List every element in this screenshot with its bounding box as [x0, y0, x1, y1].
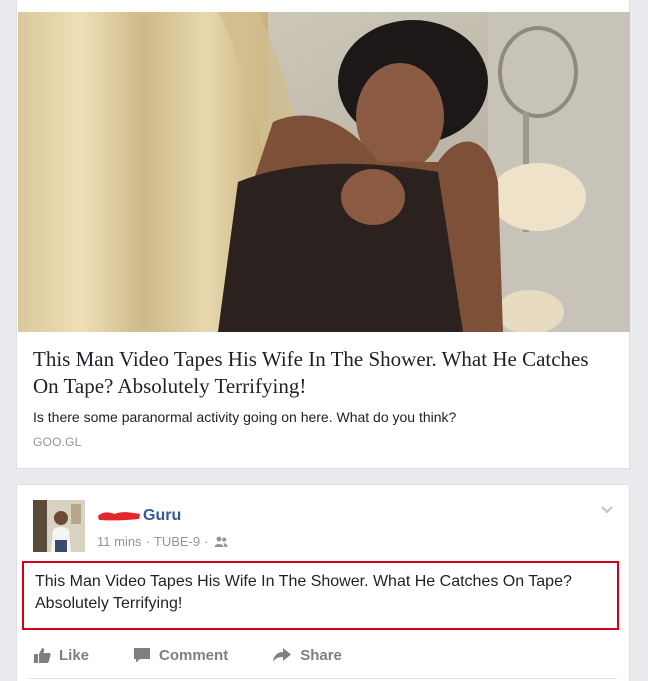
- share-label: Share: [300, 646, 342, 664]
- author-name[interactable]: Guru: [143, 507, 181, 525]
- comment-icon: [134, 648, 151, 663]
- post-timestamp[interactable]: 11 mins: [97, 534, 142, 549]
- action-bar: Like Comment Share: [17, 635, 629, 675]
- avatar[interactable]: [33, 500, 85, 552]
- like-button[interactable]: Like: [33, 647, 89, 664]
- share-arrow-icon: [273, 648, 292, 662]
- comment-button[interactable]: Comment: [133, 647, 228, 664]
- post-group[interactable]: TUBE-9: [154, 534, 200, 549]
- shower-photo: [18, 12, 630, 332]
- post-meta: 11 mins · TUBE-9 ·: [97, 534, 228, 549]
- redaction-mark: [98, 512, 140, 521]
- avatar-photo: [33, 500, 85, 552]
- post-card: Guru 11 mins · TUBE-9 · This Man Video T…: [16, 484, 630, 681]
- like-label: Like: [59, 646, 90, 664]
- link-domain: GOO.GL: [33, 435, 82, 449]
- link-description: Is there some paranormal activity going …: [33, 409, 457, 425]
- comment-label: Comment: [159, 646, 229, 664]
- divider: [29, 678, 617, 679]
- chevron-down-icon[interactable]: [599, 501, 615, 517]
- meta-separator: ·: [145, 534, 150, 549]
- link-preview-card[interactable]: This Man Video Tapes His Wife In The Sho…: [16, 0, 630, 469]
- meta-separator: ·: [204, 534, 209, 549]
- post-text: This Man Video Tapes His Wife In The Sho…: [35, 573, 572, 612]
- link-title[interactable]: This Man Video Tapes His Wife In The Sho…: [33, 346, 615, 400]
- thumbs-up-icon: [34, 648, 51, 663]
- share-button[interactable]: Share: [272, 647, 342, 664]
- preview-image[interactable]: [18, 12, 630, 332]
- post-text-highlight: This Man Video Tapes His Wife In The Sho…: [22, 561, 619, 630]
- friends-icon[interactable]: [214, 536, 228, 548]
